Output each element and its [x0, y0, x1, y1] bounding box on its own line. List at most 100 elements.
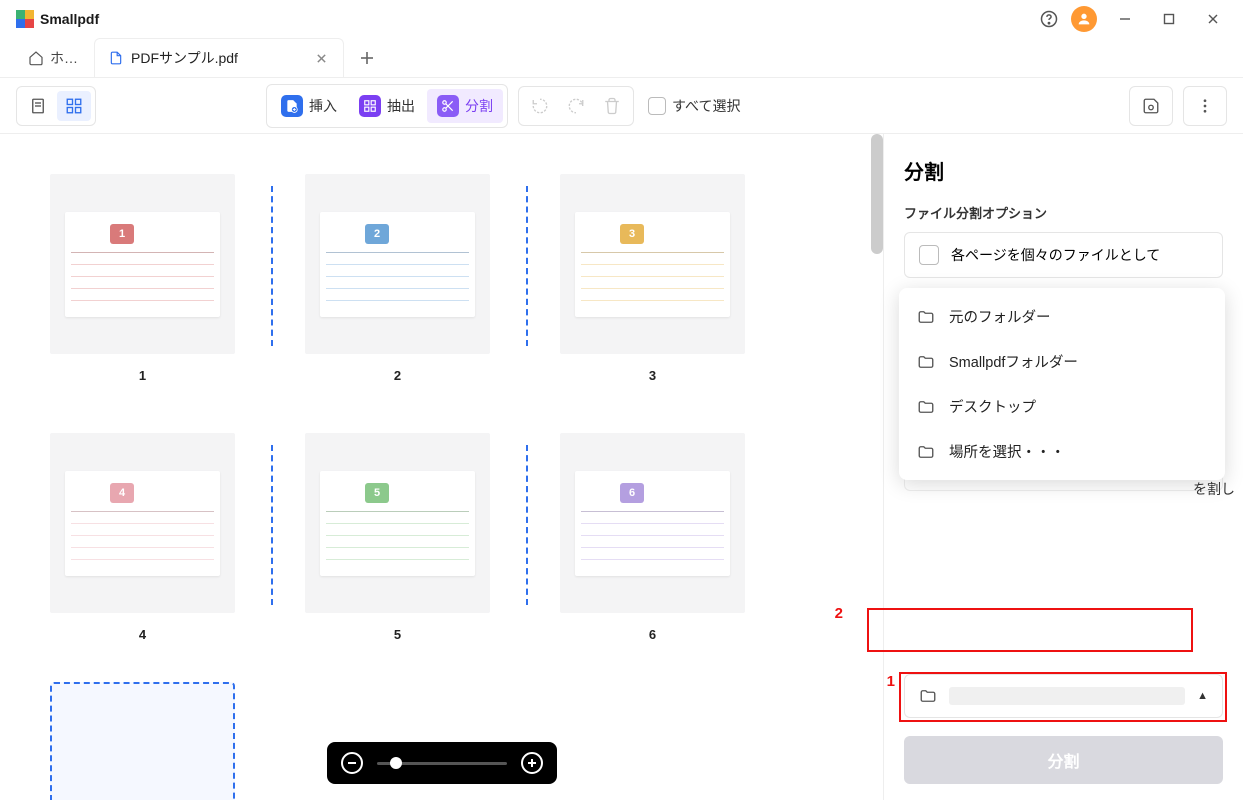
right-group: [1129, 86, 1173, 126]
home-icon: [28, 50, 44, 66]
extract-icon: [359, 95, 381, 117]
split-action-label: 分割: [1047, 748, 1079, 772]
folder-icon: [917, 308, 935, 326]
tab-document[interactable]: PDFサンプル.pdf: [94, 38, 344, 77]
app-brand: Smallpdf: [40, 11, 99, 27]
page-thumb[interactable]: 3 3: [560, 174, 745, 383]
each-page-label: 各ページを個々のファイルとして: [951, 245, 1160, 265]
split-divider[interactable]: [271, 186, 273, 346]
select-all-toggle[interactable]: すべて選択: [644, 90, 750, 122]
folder-icon: [917, 398, 935, 416]
toolbar: 挿入 抽出 分割 すべて選択: [0, 78, 1243, 134]
tab-close-button[interactable]: [310, 51, 333, 66]
annotation-box-2: [867, 608, 1193, 652]
minus-icon: [347, 758, 357, 768]
select-all-label: すべて選択: [672, 96, 740, 116]
help-button[interactable]: [1033, 0, 1065, 38]
more-vertical-icon: [1196, 97, 1214, 115]
page-icon: [29, 97, 47, 115]
zoom-in-button[interactable]: [521, 752, 543, 774]
extract-button[interactable]: 抽出: [349, 89, 425, 123]
tab-strip: ホ… PDFサンプル.pdf: [0, 38, 1243, 78]
redo-icon: [567, 97, 585, 115]
delete-button[interactable]: [595, 91, 629, 121]
plus-icon: [360, 51, 374, 65]
panel-title: 分割: [904, 156, 1223, 185]
action-group: 挿入 抽出 分割: [266, 84, 508, 128]
options-label: ファイル分割オプション: [904, 203, 1223, 222]
page-thumb[interactable]: 5 5: [305, 433, 490, 642]
page-thumb[interactable]: 1 1: [50, 174, 235, 383]
page-number: 1: [50, 368, 235, 383]
extract-label: 抽出: [387, 96, 415, 116]
drop-placeholder[interactable]: [50, 682, 235, 800]
split-divider[interactable]: [271, 445, 273, 605]
dropdown-item[interactable]: 元のフォルダー: [899, 294, 1225, 339]
app-logo-icon: [16, 10, 34, 28]
page-thumb[interactable]: 2 2: [305, 174, 490, 383]
dropdown-item-label: 元のフォルダー: [949, 306, 1051, 327]
title-bar: Smallpdf: [0, 0, 1243, 38]
dropdown-item-label: デスクトップ: [949, 396, 1036, 417]
select-all-checkbox[interactable]: [648, 97, 666, 115]
view-mode-group: [16, 86, 96, 126]
insert-label: 挿入: [309, 96, 337, 116]
split-divider[interactable]: [526, 186, 528, 346]
page-thumbnails: 1 1 2 2 3 3 4: [0, 134, 883, 682]
dropdown-item[interactable]: Smallpdfフォルダー: [899, 339, 1225, 384]
save-icon: [1142, 97, 1160, 115]
folder-icon: [917, 443, 935, 461]
annotation-number-1: 1: [887, 673, 895, 690]
zoom-slider[interactable]: [377, 762, 507, 765]
user-avatar[interactable]: [1071, 6, 1097, 32]
page-number: 3: [560, 368, 745, 383]
new-tab-button[interactable]: [348, 38, 386, 77]
more-group: [1183, 86, 1227, 126]
scrollbar[interactable]: [871, 134, 883, 254]
dropdown-item[interactable]: デスクトップ: [899, 384, 1225, 429]
insert-button[interactable]: 挿入: [271, 89, 347, 123]
dropdown-item[interactable]: 場所を選択・・・: [899, 429, 1225, 474]
page-thumb[interactable]: 4 4: [50, 433, 235, 642]
annotation-box-1: [899, 672, 1227, 722]
truncated-text: を割し: [1193, 479, 1235, 499]
undo-button[interactable]: [523, 91, 557, 121]
grid-icon: [65, 97, 83, 115]
redo-button[interactable]: [559, 91, 593, 121]
annotation-number-2: 2: [835, 605, 843, 622]
split-button[interactable]: 分割: [427, 89, 503, 123]
tab-home[interactable]: ホ…: [16, 38, 90, 77]
tab-home-label: ホ…: [50, 48, 78, 68]
dropdown-item-label: 場所を選択・・・: [949, 441, 1065, 462]
insert-icon: [281, 95, 303, 117]
split-action-button[interactable]: 分割: [904, 736, 1223, 784]
each-page-checkbox[interactable]: [919, 245, 939, 265]
trash-icon: [603, 97, 621, 115]
view-single-button[interactable]: [21, 91, 55, 121]
window-minimize-button[interactable]: [1103, 0, 1147, 38]
page-thumb[interactable]: 6 6: [560, 433, 745, 642]
split-label: 分割: [465, 96, 493, 116]
page-number: 5: [305, 627, 490, 642]
view-grid-button[interactable]: [57, 91, 91, 121]
page-number: 4: [50, 627, 235, 642]
save-button[interactable]: [1134, 91, 1168, 121]
page-number: 6: [560, 627, 745, 642]
page-number: 2: [305, 368, 490, 383]
more-button[interactable]: [1188, 91, 1222, 121]
canvas: 1 1 2 2 3 3 4: [0, 134, 883, 800]
folder-icon: [917, 353, 935, 371]
zoom-out-button[interactable]: [341, 752, 363, 774]
zoom-control: [327, 742, 557, 784]
undo-icon: [531, 97, 549, 115]
destination-dropdown: 元のフォルダー Smallpdfフォルダー デスクトップ 場所を選択・・・: [899, 288, 1225, 480]
window-close-button[interactable]: [1191, 0, 1235, 38]
dropdown-item-label: Smallpdfフォルダー: [949, 351, 1078, 372]
edit-group: [518, 86, 634, 126]
each-page-option[interactable]: 各ページを個々のファイルとして: [904, 232, 1223, 278]
split-divider[interactable]: [526, 445, 528, 605]
tab-document-label: PDFサンプル.pdf: [131, 48, 238, 68]
scissors-icon: [437, 95, 459, 117]
window-maximize-button[interactable]: [1147, 0, 1191, 38]
file-icon: [109, 51, 123, 65]
